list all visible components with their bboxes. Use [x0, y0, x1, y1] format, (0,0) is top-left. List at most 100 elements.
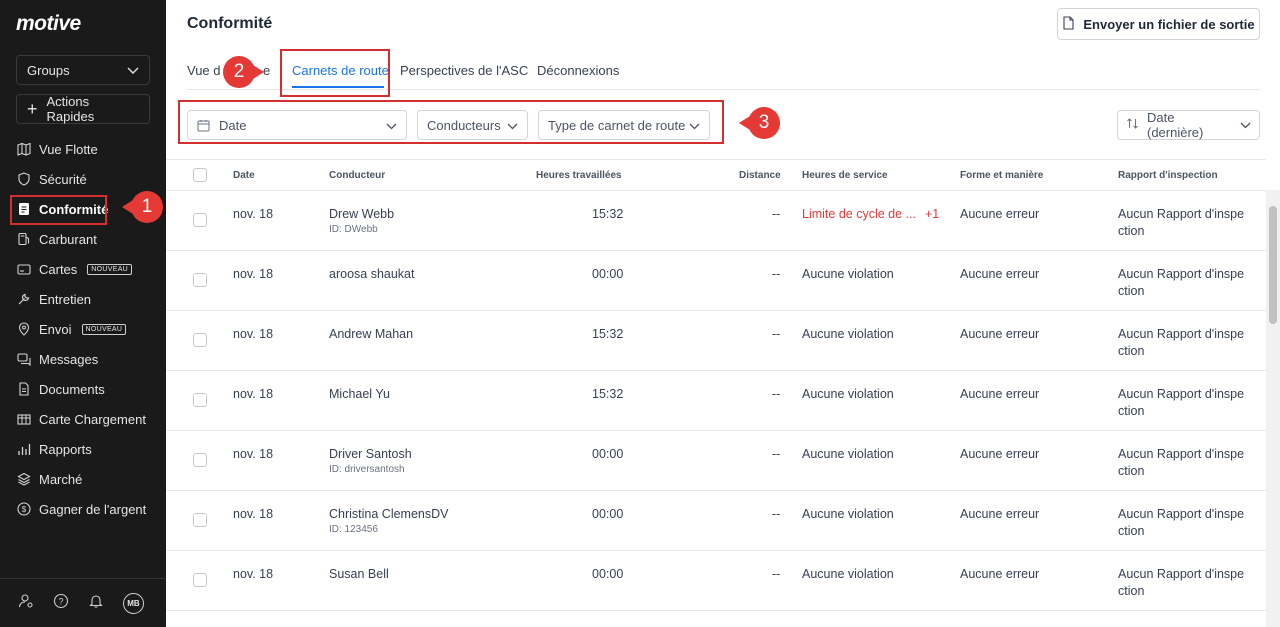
svg-text:?: ?	[58, 596, 63, 606]
column-header-date[interactable]: Date	[233, 170, 255, 181]
driver-id: ID: 123456	[329, 524, 378, 535]
sidebar-item-marketplace[interactable]: Marché	[0, 464, 166, 494]
tab-overview[interactable]: Vue d	[187, 63, 221, 78]
date-cell: nov. 18	[233, 447, 274, 461]
sidebar-item-safety[interactable]: Sécurité	[0, 164, 166, 194]
sidebar-item-fuel[interactable]: Carburant	[0, 224, 166, 254]
table-row[interactable]: nov. 18 aroosa shaukat 00:00 -- Aucune viola…	[166, 251, 1266, 311]
annotation-marker-2: 2	[223, 56, 264, 88]
quick-actions-button[interactable]: + Actions Rapides	[16, 94, 150, 124]
hours-of-service-cell[interactable]: Limite de cycle de ...	[802, 207, 916, 221]
driver-name[interactable]: aroosa shaukat	[329, 267, 414, 281]
sidebar-item-messages[interactable]: Messages	[0, 344, 166, 374]
row-checkbox[interactable]	[193, 333, 207, 347]
user-settings-icon[interactable]	[18, 593, 34, 614]
distance-cell: --	[772, 267, 781, 281]
sidebar-item-earn-money[interactable]: $ Gagner de l'argent	[0, 494, 166, 524]
hos-extra-count[interactable]: +1	[925, 207, 939, 221]
groups-dropdown[interactable]: Groups	[16, 55, 150, 85]
row-checkbox[interactable]	[193, 573, 207, 587]
table-row[interactable]: nov. 18 Susan Bell 00:00 -- Aucune violation…	[166, 551, 1266, 611]
column-header-hours-of-service[interactable]: Heures de service	[802, 170, 888, 181]
sidebar: motive Groups + Actions Rapides Vue Flot…	[0, 0, 166, 627]
distance-cell: --	[772, 507, 781, 521]
hours-worked-cell: 15:32	[592, 387, 624, 401]
distance-cell: --	[772, 447, 781, 461]
sort-dropdown[interactable]: Date (dernière)	[1117, 110, 1260, 140]
document-icon	[17, 382, 31, 396]
tab-disconnections[interactable]: Déconnexions	[537, 63, 619, 78]
scrollbar-thumb[interactable]	[1269, 206, 1277, 324]
form-manner-cell: Aucune erreur	[960, 447, 1040, 461]
sidebar-item-documents[interactable]: Documents	[0, 374, 166, 404]
annotation-box-logbooks	[280, 49, 390, 97]
export-file-button[interactable]: Envoyer un fichier de sortie	[1057, 8, 1260, 40]
driver-name[interactable]: Andrew Mahan	[329, 327, 413, 341]
hours-of-service-cell: Aucune violation	[802, 567, 894, 581]
inspection-report-cell-cont: ction	[1118, 464, 1145, 478]
file-export-icon	[1062, 15, 1075, 33]
sidebar-item-label: Carburant	[39, 231, 97, 247]
column-header-inspection-report[interactable]: Rapport d'inspection	[1118, 170, 1218, 181]
inspection-report-cell-cont: ction	[1118, 224, 1145, 238]
row-checkbox[interactable]	[193, 453, 207, 467]
sidebar-item-label: Cartes	[39, 261, 78, 277]
chat-icon	[17, 352, 31, 366]
hours-worked-cell: 00:00	[592, 447, 624, 461]
chevron-down-icon	[1240, 122, 1251, 129]
table-row[interactable]: nov. 18 Drew Webb ID: DWebb 15:32 -- Limite d…	[166, 191, 1266, 251]
row-checkbox[interactable]	[193, 393, 207, 407]
chevron-down-icon	[127, 63, 139, 78]
column-header-distance[interactable]: Distance	[739, 170, 781, 181]
new-badge: NOUVEAU	[81, 323, 127, 335]
driver-id: ID: driversantosh	[329, 464, 405, 475]
tab-asc-perspectives[interactable]: Perspectives de l'ASC	[400, 63, 528, 78]
column-header-driver[interactable]: Conducteur	[329, 170, 385, 181]
driver-name[interactable]: Michael Yu	[329, 387, 390, 401]
layers-icon	[17, 472, 31, 486]
sidebar-item-label: Entretien	[39, 291, 92, 307]
svg-text:$: $	[22, 505, 27, 514]
bar-chart-icon	[17, 442, 31, 456]
sidebar-item-label: Documents	[39, 381, 105, 397]
motive-logo[interactable]: motive	[16, 12, 81, 36]
annotation-marker-3: 3	[739, 107, 780, 139]
table-row[interactable]: nov. 18 Driver Santosh ID: driversantosh 00…	[166, 431, 1266, 491]
select-all-checkbox[interactable]	[193, 168, 207, 182]
sidebar-item-fleet-view[interactable]: Vue Flotte	[0, 134, 166, 164]
driver-name[interactable]: Driver Santosh	[329, 447, 412, 461]
inspection-report-cell: Aucun Rapport d'inspe	[1118, 387, 1245, 401]
date-cell: nov. 18	[233, 207, 274, 221]
table-scrollbar[interactable]	[1266, 190, 1280, 627]
row-checkbox[interactable]	[193, 273, 207, 287]
column-header-hours-worked[interactable]: Heures travaillées	[536, 170, 622, 181]
table-row[interactable]: nov. 18 Michael Yu 15:32 -- Aucune violation…	[166, 371, 1266, 431]
driver-name[interactable]: Drew Webb	[329, 207, 394, 221]
card-icon	[17, 262, 31, 276]
driver-name[interactable]: Susan Bell	[329, 567, 389, 581]
avatar[interactable]: MB	[123, 592, 144, 614]
inspection-report-cell: Aucun Rapport d'inspe	[1118, 207, 1245, 221]
sidebar-item-cards[interactable]: Cartes NOUVEAU	[0, 254, 166, 284]
column-header-form-manner[interactable]: Forme et manière	[960, 170, 1043, 181]
date-cell: nov. 18	[233, 387, 274, 401]
sidebar-item-label: Vue Flotte	[39, 141, 98, 157]
driver-name[interactable]: Christina ClemensDV	[329, 507, 448, 521]
bell-icon[interactable]	[88, 593, 104, 614]
row-checkbox[interactable]	[193, 213, 207, 227]
quick-actions-label: Actions Rapides	[46, 94, 95, 124]
sidebar-item-dispatch[interactable]: Envoi NOUVEAU	[0, 314, 166, 344]
sidebar-item-load-board[interactable]: Carte Chargement	[0, 404, 166, 434]
inspection-report-cell-cont: ction	[1118, 524, 1145, 538]
help-icon[interactable]: ?	[53, 593, 69, 614]
sidebar-item-maintenance[interactable]: Entretien	[0, 284, 166, 314]
table-row[interactable]: nov. 18 Christina ClemensDV ID: 123456 00:0…	[166, 491, 1266, 551]
table-row[interactable]: nov. 18 Andrew Mahan 15:32 -- Aucune violati…	[166, 311, 1266, 371]
tab-overview-tail[interactable]: e	[263, 63, 270, 78]
sidebar-item-reports[interactable]: Rapports	[0, 434, 166, 464]
inspection-report-cell-cont: ction	[1118, 344, 1145, 358]
distance-cell: --	[772, 387, 781, 401]
form-manner-cell: Aucune erreur	[960, 387, 1040, 401]
annotation-box-filters	[178, 100, 724, 144]
row-checkbox[interactable]	[193, 513, 207, 527]
